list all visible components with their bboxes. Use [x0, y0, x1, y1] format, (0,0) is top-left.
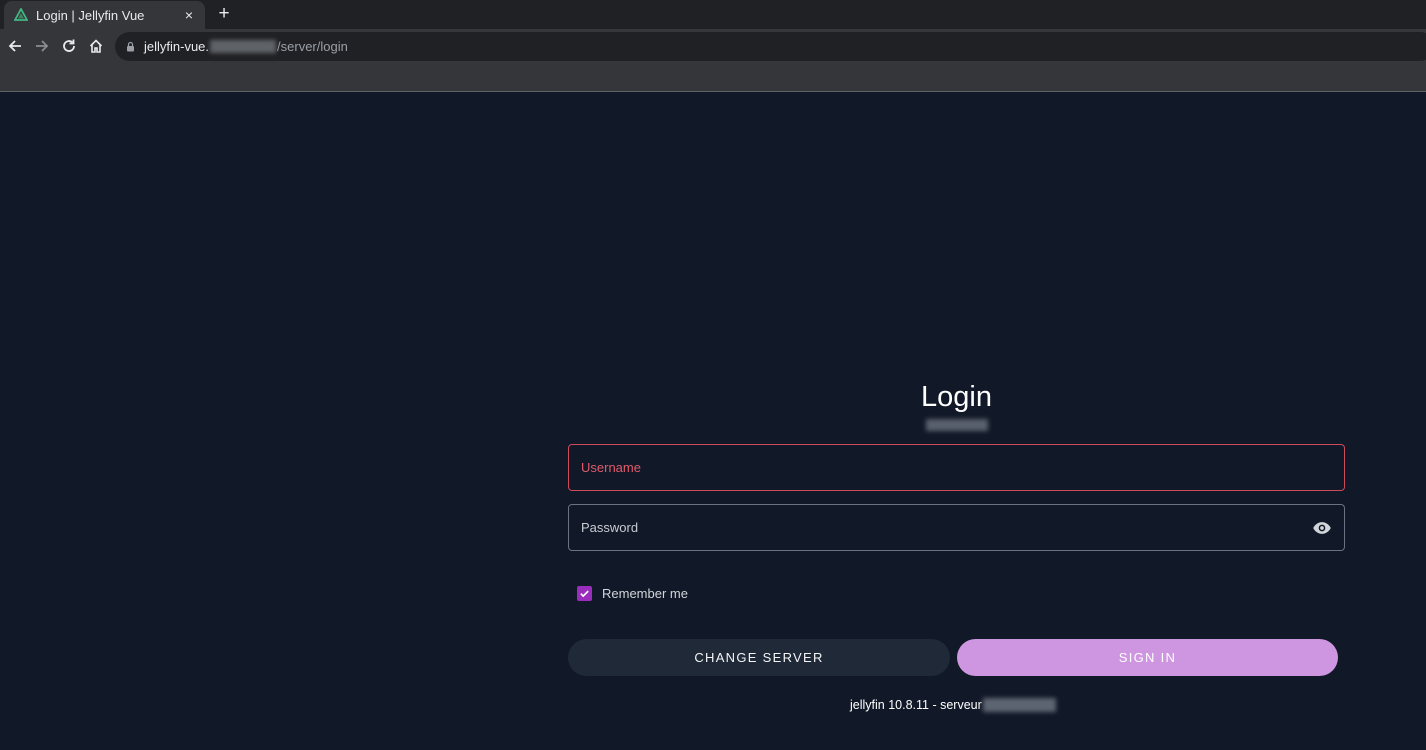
url-domain-redacted — [210, 40, 277, 53]
back-button[interactable] — [1, 33, 28, 60]
url-host: jellyfin-vue. — [144, 39, 210, 54]
browser-toolbar: jellyfin-vue. /server/login — [0, 29, 1426, 63]
reload-button[interactable] — [55, 33, 82, 60]
address-bar[interactable]: jellyfin-vue. /server/login — [115, 32, 1426, 61]
server-host-redacted — [982, 698, 1056, 712]
forward-button[interactable] — [28, 33, 55, 60]
home-button[interactable] — [82, 33, 109, 60]
username-field[interactable]: Username — [568, 444, 1345, 491]
browser-tab[interactable]: Login | Jellyfin Vue × — [4, 1, 205, 29]
checkbox-checked-icon[interactable] — [577, 586, 592, 601]
home-icon — [89, 39, 102, 53]
login-page: Login Username Password Remember me CHAN… — [0, 93, 1426, 750]
close-tab-icon[interactable]: × — [181, 7, 197, 23]
bookmarks-bar — [0, 63, 1426, 92]
password-label: Password — [581, 520, 639, 535]
browser-tab-strip: Login | Jellyfin Vue × + — [0, 0, 1426, 29]
lock-icon — [125, 41, 136, 52]
new-tab-button[interactable]: + — [214, 4, 234, 24]
page-title: Login — [921, 381, 992, 413]
sign-in-button[interactable]: SIGN IN — [957, 639, 1338, 676]
change-server-button[interactable]: CHANGE SERVER — [568, 639, 950, 676]
password-field[interactable]: Password — [568, 504, 1345, 551]
version-text: jellyfin 10.8.11 - serveur — [850, 698, 982, 712]
eye-icon[interactable] — [1312, 518, 1332, 538]
reload-icon — [62, 39, 75, 52]
remember-me-label: Remember me — [602, 586, 688, 601]
vue-icon — [14, 8, 28, 22]
arrow-right-icon — [35, 40, 48, 52]
arrow-left-icon — [8, 40, 21, 52]
version-footer: jellyfin 10.8.11 - serveur — [850, 698, 1056, 712]
url-path: /server/login — [277, 39, 348, 54]
server-name-redacted — [926, 419, 988, 431]
username-label: Username — [581, 460, 641, 475]
remember-me-checkbox[interactable]: Remember me — [577, 586, 688, 601]
tab-title: Login | Jellyfin Vue — [36, 7, 145, 23]
